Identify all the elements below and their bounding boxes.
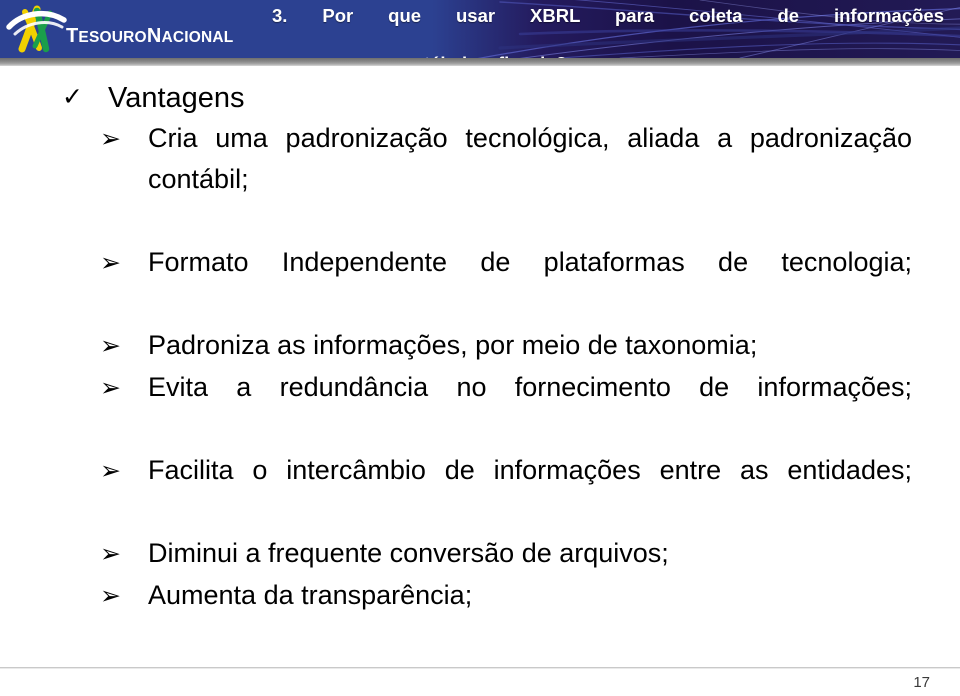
list-item: ➢ Diminui a frequente conversão de arqui… xyxy=(0,533,960,574)
page-number: 17 xyxy=(913,674,930,691)
slide-title-line2: contábeis e fiscais? xyxy=(272,52,944,58)
list-item-label: Cria uma padronização tecnológica, aliad… xyxy=(148,123,912,194)
tesouro-nacional-logo-text: TESOURONACIONAL xyxy=(66,25,234,47)
slide-title: 3. Por que usar XBRL para coleta de info… xyxy=(272,4,944,58)
arrow-head-icon: ➢ xyxy=(100,124,121,153)
list-item: ➢ Facilita o intercâmbio de informações … xyxy=(0,450,960,532)
footer-divider-highlight xyxy=(0,668,960,669)
arrow-head-icon: ➢ xyxy=(100,248,121,277)
arrow-head-icon: ➢ xyxy=(100,456,121,485)
section-heading-vantagens: ✓ Vantagens xyxy=(0,80,960,116)
list-item-label: Formato Independente de plataformas de t… xyxy=(148,247,912,277)
list-item-label: Facilita o intercâmbio de informações en… xyxy=(148,455,912,485)
arrow-head-icon: ➢ xyxy=(100,581,121,610)
list-item: ➢ Evita a redundância no fornecimento de… xyxy=(0,367,960,449)
list-item: ➢ Padroniza as informações, por meio de … xyxy=(0,325,960,366)
tesouro-nacional-logo: TESOURONACIONAL xyxy=(6,3,258,55)
check-mark-icon: ✓ xyxy=(62,82,83,111)
slide: TESOURONACIONAL 3. Por que usar XBRL par… xyxy=(0,0,960,696)
list-item-label: Padroniza as informações, por meio de ta… xyxy=(148,330,758,360)
arrow-head-icon: ➢ xyxy=(100,373,121,402)
list-item-label: Diminui a frequente conversão de arquivo… xyxy=(148,538,669,568)
list-item-label: Evita a redundância no fornecimento de i… xyxy=(148,372,912,402)
list-item: ➢ Aumenta da transparência; xyxy=(0,575,960,616)
arrow-head-icon: ➢ xyxy=(100,331,121,360)
tesouro-nacional-logo-icon xyxy=(6,5,67,53)
list-item-label: Aumenta da transparência; xyxy=(148,580,473,610)
list-item: ➢ Cria uma padronização tecnológica, ali… xyxy=(0,118,960,241)
slide-content: ✓ Vantagens ➢ Cria uma padronização tecn… xyxy=(0,72,960,617)
header-divider-band xyxy=(0,58,960,66)
slide-header: TESOURONACIONAL 3. Por que usar XBRL par… xyxy=(0,0,960,58)
slide-title-line1: 3. Por que usar XBRL para coleta de info… xyxy=(272,5,944,26)
arrow-head-icon: ➢ xyxy=(100,539,121,568)
section-heading-label: Vantagens xyxy=(108,82,245,114)
list-item: ➢ Formato Independente de plataformas de… xyxy=(0,242,960,324)
